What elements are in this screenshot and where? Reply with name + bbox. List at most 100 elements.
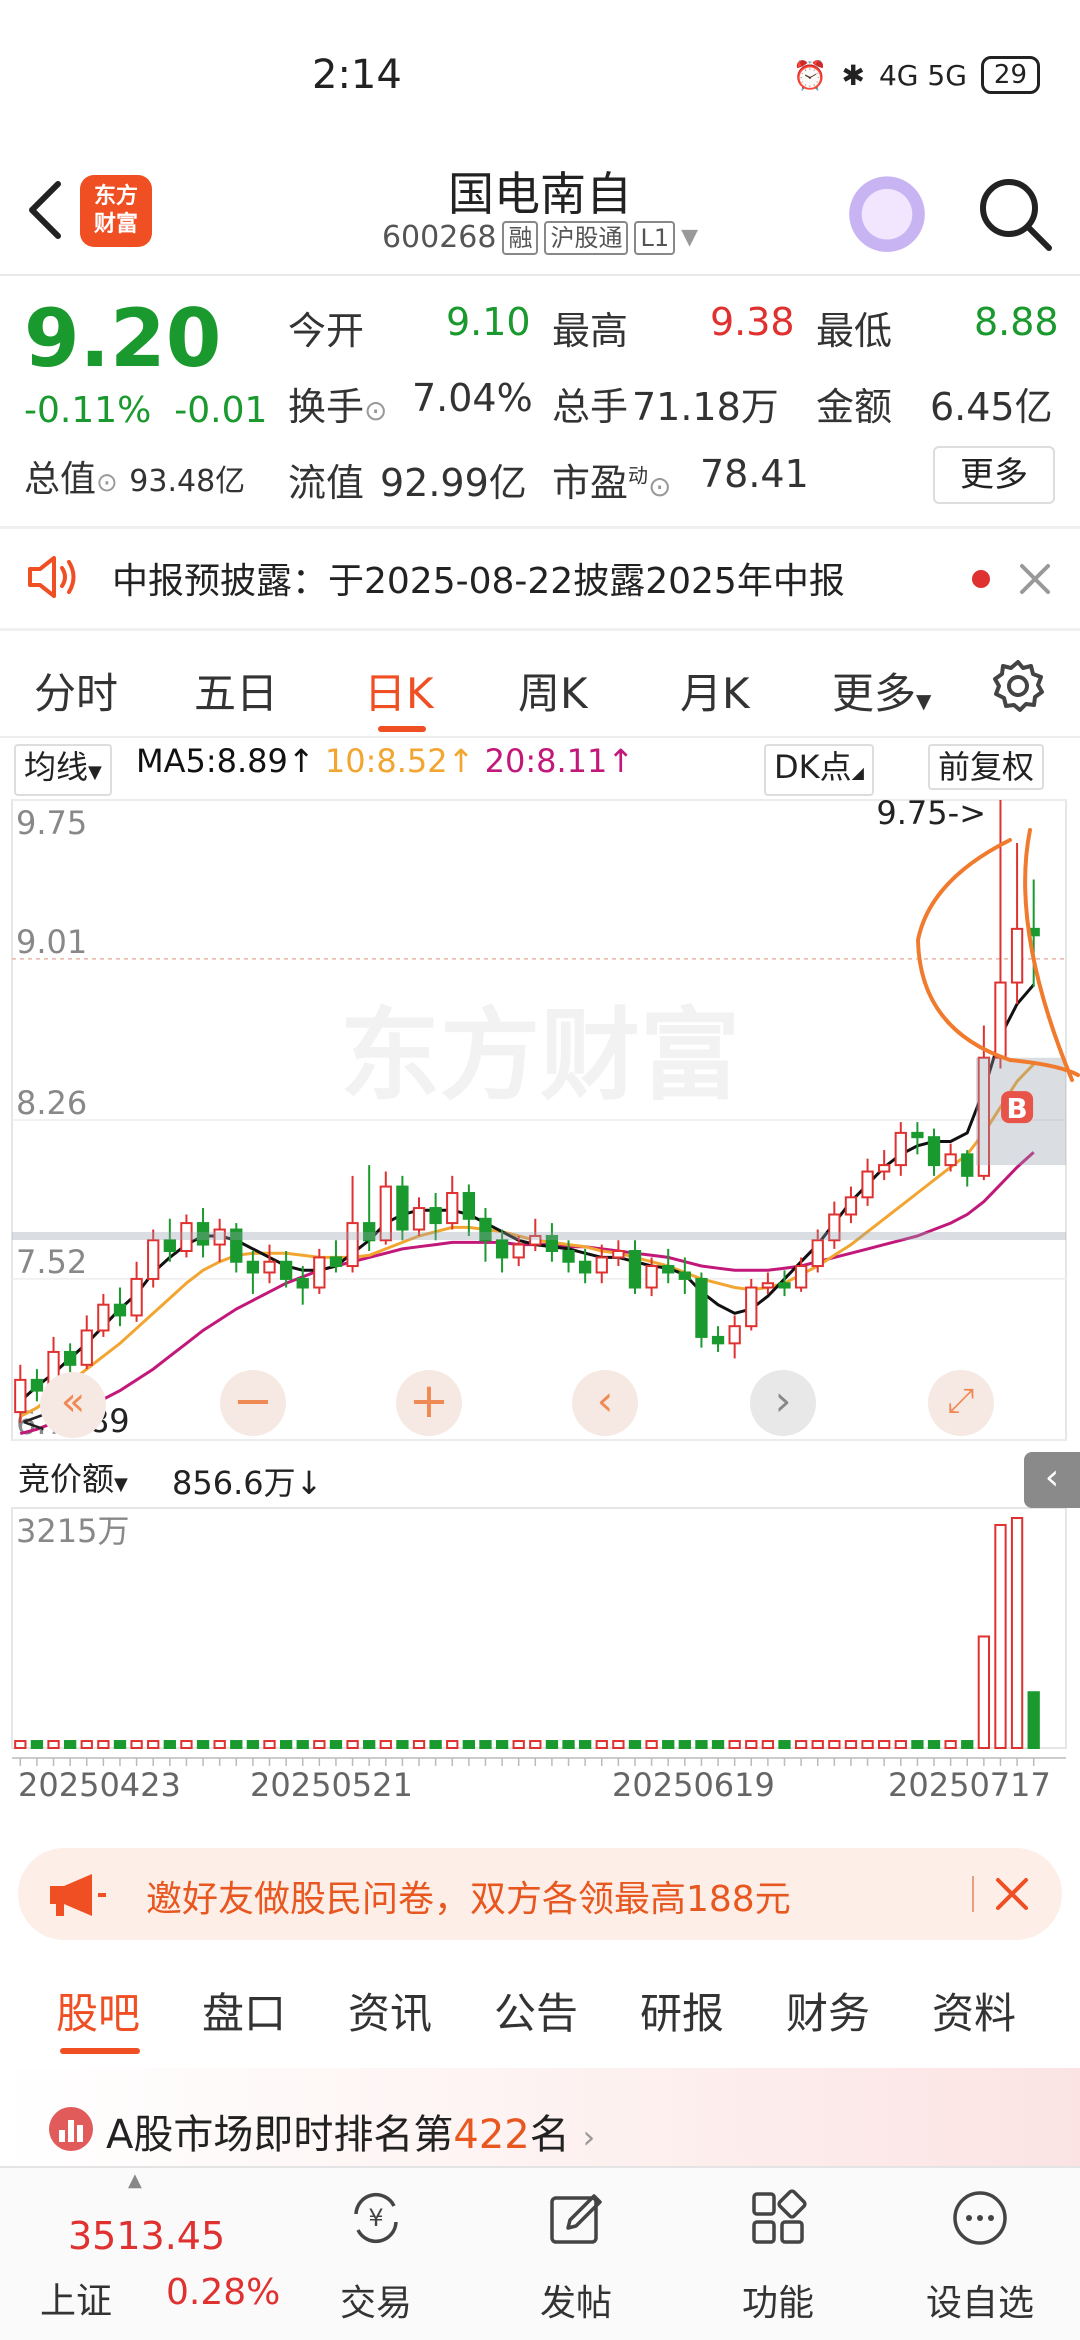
volume-bar bbox=[811, 1740, 824, 1749]
candle-body bbox=[147, 1239, 160, 1280]
megaphone-icon bbox=[50, 1874, 106, 1916]
search-icon[interactable] bbox=[975, 174, 1055, 254]
tab-finance[interactable]: 财务 bbox=[786, 1980, 870, 2041]
candle-body bbox=[894, 1131, 907, 1167]
volume-bar bbox=[977, 1635, 991, 1750]
change-abs: -0.01 bbox=[174, 390, 268, 431]
more-button[interactable]: 更多 bbox=[933, 446, 1055, 504]
rank-number: 422 bbox=[453, 2112, 530, 2158]
candle-body bbox=[794, 1265, 808, 1289]
tab-five-day[interactable]: 五日 bbox=[194, 660, 278, 721]
fullscreen-button[interactable]: ⤢ bbox=[928, 1370, 994, 1436]
adjust-button[interactable]: 前复权 bbox=[928, 744, 1045, 790]
ma-legend: MA5:8.89↑ 10:8.52↑ 20:8.11↑ bbox=[136, 742, 634, 792]
candle-body bbox=[844, 1196, 858, 1216]
content-tabs: 股吧 盘口 资讯 公告 研报 财务 资料 bbox=[0, 1980, 1080, 2060]
gear-icon[interactable] bbox=[990, 658, 1046, 714]
volume-bar bbox=[313, 1740, 326, 1749]
bottom-nav: ▲ 3513.45 上证 0.28% ¥ 交易 发帖 功能 设自选 bbox=[0, 2166, 1080, 2340]
pan-start-button[interactable]: « bbox=[40, 1372, 106, 1438]
volume-bar bbox=[462, 1740, 476, 1749]
candle-body bbox=[645, 1265, 658, 1289]
nav-functions[interactable]: 功能 bbox=[708, 2168, 848, 2340]
tab-monthly-k[interactable]: 月K bbox=[680, 660, 750, 721]
tab-weekly-k[interactable]: 周K bbox=[518, 660, 588, 721]
pe-label[interactable]: 市盈动⊙ bbox=[552, 452, 671, 507]
candle-body bbox=[927, 1136, 941, 1167]
candle-body bbox=[80, 1329, 93, 1366]
candle-body bbox=[811, 1239, 824, 1268]
watermark: 东方财富 bbox=[340, 997, 740, 1114]
rank-chart-icon bbox=[49, 2107, 93, 2151]
volume-bar bbox=[30, 1740, 44, 1749]
nav-post[interactable]: 发帖 bbox=[506, 2168, 646, 2340]
volume-bar bbox=[878, 1740, 891, 1749]
pan-left-button[interactable]: ‹ bbox=[572, 1370, 638, 1436]
volume-bar bbox=[778, 1740, 791, 1749]
volume-bar bbox=[911, 1740, 924, 1749]
volume-bar bbox=[861, 1740, 874, 1749]
candle-body bbox=[761, 1282, 775, 1289]
close-icon[interactable] bbox=[994, 1876, 1030, 1912]
tab-more[interactable]: 更多▼ bbox=[832, 660, 931, 721]
float-value: 92.99亿 bbox=[380, 461, 527, 505]
volume-indicator-select[interactable]: 竞价额▼ bbox=[10, 1458, 136, 1506]
zoom-out-button[interactable]: − bbox=[220, 1370, 286, 1436]
tab-announcements[interactable]: 公告 bbox=[494, 1980, 578, 2041]
turnover-label[interactable]: 换手⊙ bbox=[288, 376, 387, 431]
status-icons: ⏰ ✱ 4G 5G 29 bbox=[793, 56, 1040, 94]
high-label: 最高 bbox=[552, 309, 629, 353]
volume-bar bbox=[147, 1740, 160, 1749]
tab-profile[interactable]: 资料 bbox=[932, 1980, 1016, 2041]
collapse-side-button[interactable]: ‹ bbox=[1024, 1452, 1080, 1508]
candle-body bbox=[628, 1250, 642, 1289]
assistant-avatar[interactable] bbox=[845, 168, 929, 252]
candle-body bbox=[678, 1271, 691, 1280]
tab-intraday[interactable]: 分时 bbox=[34, 660, 118, 721]
volume-bar bbox=[363, 1740, 376, 1749]
separator bbox=[972, 1876, 974, 1912]
tab-guba[interactable]: 股吧 bbox=[56, 1980, 140, 2041]
kline-chart-svg[interactable]: 9.759.018.267.526.77东方财富9.75-><-6.89BS32… bbox=[0, 790, 1080, 1840]
volume-bar bbox=[479, 1740, 492, 1749]
candle-body bbox=[246, 1260, 260, 1274]
nav-trade[interactable]: ¥ 交易 bbox=[306, 2168, 446, 2340]
tab-news[interactable]: 资讯 bbox=[348, 1980, 432, 2041]
volume-bar bbox=[113, 1740, 127, 1749]
indicator-select[interactable]: 均线▼ bbox=[14, 744, 112, 796]
info-icon: ⊙ bbox=[364, 394, 388, 427]
index-name: 上证 bbox=[40, 2281, 113, 2322]
tab-research[interactable]: 研报 bbox=[640, 1980, 724, 2041]
zoom-in-button[interactable]: + bbox=[396, 1370, 462, 1436]
close-icon[interactable] bbox=[1018, 562, 1052, 596]
total-value-label: 总值 bbox=[24, 459, 97, 500]
ma20-label: 20:8.11 bbox=[484, 742, 608, 780]
candle-body bbox=[512, 1243, 525, 1259]
pan-right-button[interactable]: › bbox=[750, 1370, 816, 1436]
candle-body bbox=[63, 1350, 77, 1366]
volume-bar bbox=[263, 1740, 276, 1749]
corner-triangle-icon: ◢ bbox=[851, 763, 864, 782]
volume-bar bbox=[196, 1740, 210, 1749]
volume-bar bbox=[396, 1740, 409, 1749]
candle-body bbox=[279, 1260, 293, 1280]
x-tick-label: 20250619 bbox=[612, 1766, 775, 1804]
total-value[interactable]: 总值⊙ 93.48亿 bbox=[24, 450, 245, 502]
up-arrow-icon: ↑ bbox=[607, 742, 635, 780]
tab-pankou[interactable]: 盘口 bbox=[202, 1980, 286, 2041]
volume-bar bbox=[80, 1740, 93, 1749]
candle-body bbox=[263, 1260, 276, 1274]
candle-body bbox=[745, 1286, 758, 1328]
dk-button[interactable]: DK点◢ bbox=[764, 744, 874, 796]
low-value: 8.88 bbox=[974, 300, 1059, 344]
kline-chart[interactable]: 9.759.018.267.526.77东方财富9.75-><-6.89BS32… bbox=[0, 790, 1080, 1840]
nav-add-watchlist[interactable]: 设自选 bbox=[910, 2168, 1050, 2340]
high-value: 9.38 bbox=[710, 300, 795, 344]
notice-bar[interactable]: 中报预披露：于2025-08-22披露2025年中报 bbox=[0, 528, 1080, 628]
candle-body bbox=[412, 1207, 426, 1231]
volume-bar bbox=[628, 1740, 642, 1749]
promo-banner[interactable]: 邀好友做股民问卷，双方各领最高188元 bbox=[18, 1848, 1062, 1940]
candle-body bbox=[97, 1303, 110, 1332]
float-label: 流值 bbox=[288, 461, 365, 505]
tab-daily-k[interactable]: 日K bbox=[364, 660, 434, 721]
